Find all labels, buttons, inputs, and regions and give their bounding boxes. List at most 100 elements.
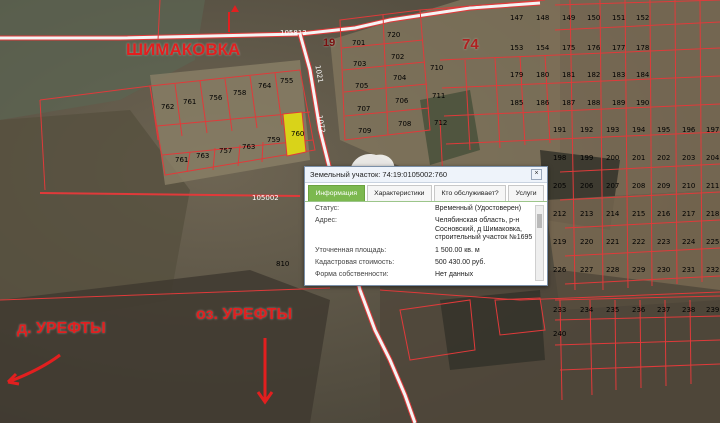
lot-label: 207 [606,182,619,190]
lot-label: 184 [636,71,650,79]
row-label: Форма собственности: [315,271,389,279]
popup-scrollbar[interactable] [535,205,544,281]
lot-label: 175 [562,44,575,52]
lot-label: 764 [258,82,272,90]
land-plot-info-popup[interactable]: Земельный участок: 74:19:0105002:760 × И… [304,166,548,286]
lot-label: 704 [393,74,407,82]
lot-label: 223 [657,238,670,246]
lot-label: 710 [430,64,443,72]
row-value: Временный (Удостоверен) [435,205,522,212]
lot-label: 185 [510,99,523,107]
row-value: 500 430.00 руб. [435,259,486,267]
bottom-center-label: оз. УРЕФТЫ [196,306,293,323]
lot-label: 759 [267,136,280,144]
popup-tabs: Информация Характеристики Кто обслуживае… [305,183,547,202]
lot-label: 225 [706,238,719,246]
lot-label: 755 [280,77,293,85]
lot-label: 720 [387,31,400,39]
lot-label: 711 [432,92,445,100]
lot-label: 181 [562,71,575,79]
lot-label: 179 [510,71,523,79]
lot-label: 199 [580,154,593,162]
lot-label: 205 [553,182,566,190]
scrollbar-thumb[interactable] [537,214,542,228]
info-row-area: Уточненная площадь: 1 500.00 кв. м [315,247,535,255]
tab-who-serves[interactable]: Кто обслуживает? [433,185,507,201]
lot-label: 217 [682,210,695,218]
north-arrow-icon [231,5,239,12]
row-value: 1 500.00 кв. м [435,246,480,254]
row-label: Уточненная площадь: [315,246,387,254]
region-number: 74 [462,36,479,53]
lot-label: 215 [632,210,645,218]
lot-label: 761 [175,156,188,164]
lot-label: 194 [632,126,646,134]
row-label: Кадастровая стоимость: [315,259,395,267]
lot-label: 218 [706,210,719,218]
area-number: 19 [323,37,336,49]
road-label: 105002 [252,194,279,202]
lot-label: 236 [632,306,646,314]
lot-label: 712 [434,119,447,127]
tab-information[interactable]: Информация [308,185,365,201]
row-value: Челябинская область, р-н Сосновский, д Ш… [435,217,533,242]
popup-title: Земельный участок: 74:19:0105002:760 [310,170,448,179]
info-row-address: Адрес: Челябинская область, р-н Сосновск… [315,217,535,242]
lot-label: 220 [580,238,593,246]
lot-label: 183 [612,71,625,79]
lot-label: 201 [632,154,645,162]
lot-label: 180 [536,71,549,79]
lot-label: 210 [682,182,695,190]
lot-label: 757 [219,147,232,155]
lot-label: 150 [587,14,600,22]
close-icon[interactable]: × [531,169,542,180]
lot-label: 154 [536,44,550,52]
lot-label: 214 [606,210,620,218]
lot-label: 177 [612,44,625,52]
lot-label: 197 [706,126,719,134]
lot-label: 708 [398,120,411,128]
lot-label: 186 [536,99,550,107]
arrow-shaft [228,12,230,32]
tab-services[interactable]: Услуги [508,185,545,201]
lot-label: 233 [553,306,566,314]
lot-label: 148 [536,14,549,22]
info-row-cadastral-value: Кадастровая стоимость: 500 430.00 руб. [315,259,535,267]
lot-label: 178 [636,44,649,52]
lot-label: 187 [562,99,575,107]
lot-label: 204 [706,154,720,162]
info-row-ownership: Форма собственности: Нет данных [315,271,535,279]
lot-label: 226 [553,266,567,274]
row-label: Адрес: [315,217,337,225]
lot-label: 190 [636,99,649,107]
lot-label: 709 [358,127,371,135]
lot-label: 189 [612,99,625,107]
road-label: 105813 [280,29,307,37]
lot-label: 235 [606,306,619,314]
tab-characteristics[interactable]: Характеристики [366,185,432,201]
lot-label: 762 [161,103,174,111]
lot-label: 213 [580,210,593,218]
lot-label: 238 [682,306,695,314]
lot-label: 705 [355,82,368,90]
lot-label: 212 [553,210,566,218]
lot-label: 703 [353,60,366,68]
lot-label: 195 [657,126,670,134]
lot-label: 707 [357,105,370,113]
popup-body: Статус: Временный (Удостоверен) Адрес: Ч… [305,202,547,285]
lot-label: 192 [580,126,593,134]
lot-label: 239 [706,306,719,314]
lot-label: 147 [510,14,523,22]
lot-label: 763 [196,152,209,160]
lot-label: 208 [632,182,645,190]
lot-label: 810 [276,260,289,268]
lot-label: 176 [587,44,601,52]
lot-label: 188 [587,99,600,107]
lot-label: 758 [233,89,246,97]
popup-header: Земельный участок: 74:19:0105002:760 × [305,167,547,183]
lot-label: 206 [580,182,594,190]
lot-label: 219 [553,238,566,246]
lot-label: 237 [657,306,670,314]
lot-label: 152 [636,14,649,22]
lot-label: 222 [632,238,645,246]
